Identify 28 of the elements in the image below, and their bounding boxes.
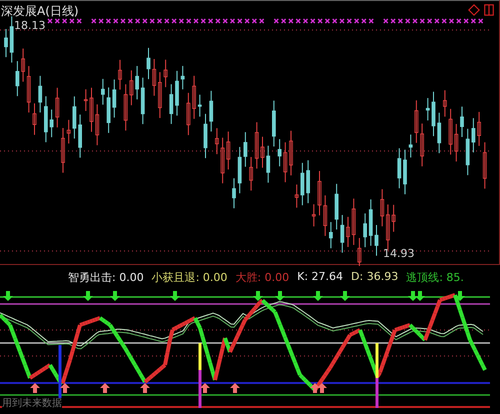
indicator-reading: 逃顶线: 85. <box>406 270 464 286</box>
indicator-reading: K: 27.64 <box>297 270 344 285</box>
down-arrow-icon <box>340 291 350 301</box>
low-price-label: 14.93 <box>383 247 414 260</box>
up-arrow-icon <box>100 383 110 393</box>
down-arrow-icon <box>83 291 93 301</box>
up-arrow-icon <box>230 383 240 393</box>
down-arrow-icon <box>3 291 13 301</box>
panel-icon[interactable] <box>483 4 495 16</box>
down-arrow-icon <box>253 291 263 301</box>
down-arrow-icon <box>275 291 285 301</box>
indicator-reading: 智勇出击: 0.00 <box>68 270 144 286</box>
up-arrow-icon <box>30 383 40 393</box>
chart-title: 深发展A(日线) <box>1 3 79 20</box>
down-arrow-icon <box>313 291 323 301</box>
down-arrow-icon <box>110 291 120 301</box>
indicator-reading: D: 36.93 <box>351 270 398 285</box>
up-arrow-icon <box>140 383 150 393</box>
indicator-reading: 小获且退: 0.00 <box>152 270 228 286</box>
diamond-icon[interactable] <box>468 4 480 16</box>
down-arrow-icon <box>455 291 465 301</box>
down-arrow-icon <box>170 291 180 301</box>
high-price-label: 18.13 <box>14 19 46 32</box>
indicator-reading: 大胜: 0.00 <box>235 270 290 286</box>
signal-bar <box>58 345 62 400</box>
up-arrow-icon <box>200 383 210 393</box>
up-arrow-icon <box>60 383 70 393</box>
warning-text: 用到未来数据 <box>2 398 62 409</box>
